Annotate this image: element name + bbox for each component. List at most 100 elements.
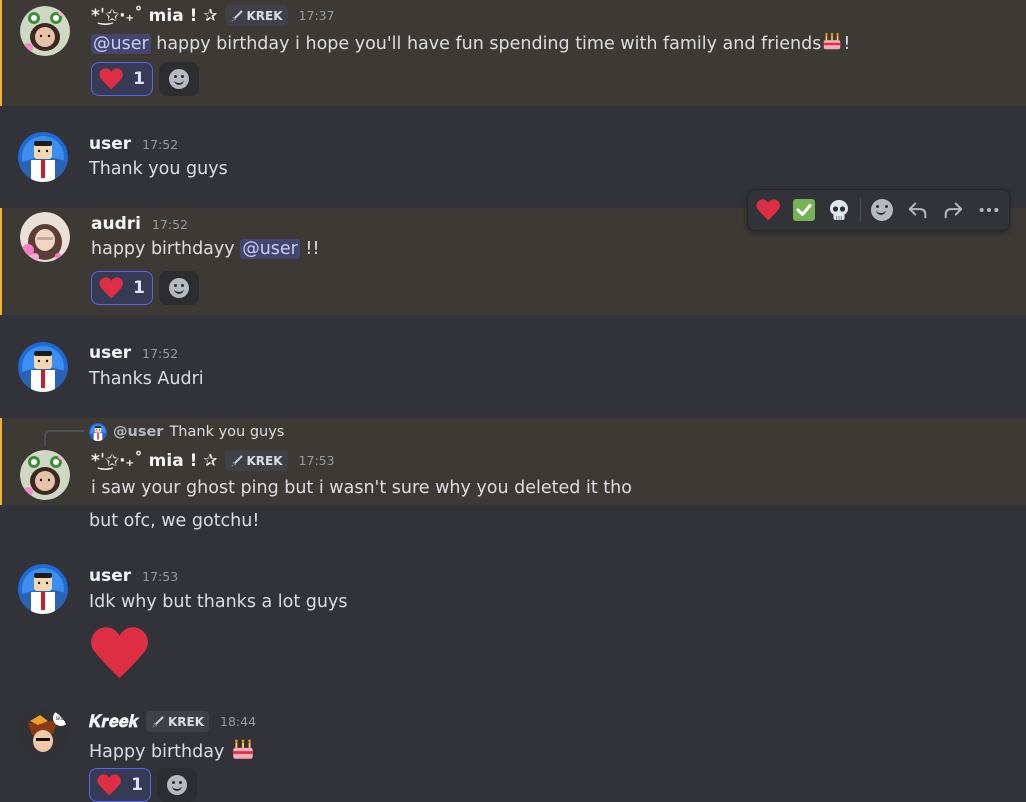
message-actions-toolbar — [747, 189, 1010, 231]
heart-reaction-button[interactable]: 1 — [91, 62, 153, 96]
sword-icon — [151, 715, 165, 729]
message-text: happy birthdayy — [91, 239, 241, 259]
reply-username[interactable]: @user — [113, 424, 163, 440]
message-text: Happy birthday — [89, 742, 225, 762]
avatar-mia-image — [20, 450, 70, 500]
message-user-idk: user 17:53 Idk why but thanks a lot guys — [0, 548, 1026, 698]
user-mention[interactable]: @user — [240, 239, 300, 259]
reply-preview-text: Thank you guys — [169, 424, 285, 440]
avatar-mia-image — [20, 6, 70, 56]
avatar-mia[interactable] — [20, 450, 70, 500]
message-text-end: ! — [843, 34, 851, 54]
message-text: Thanks Audri — [89, 369, 204, 389]
quick-react-skull-button[interactable] — [825, 195, 853, 225]
smile-icon — [169, 69, 189, 89]
message-kreek-birthday: 𝑲𝒓𝒆𝒆𝒌 KREK 18:44 Happy birthday 1 — [0, 698, 1026, 802]
username[interactable]: user — [89, 566, 131, 586]
avatar-kreek[interactable] — [18, 709, 68, 759]
server-tag[interactable]: KREK — [224, 5, 288, 26]
smile-icon — [167, 775, 187, 795]
quick-react-check-button[interactable] — [789, 195, 817, 225]
timestamp[interactable]: 17:52 — [142, 346, 178, 361]
server-tag[interactable]: KREK — [145, 711, 209, 732]
server-tag[interactable]: KREK — [224, 450, 288, 471]
message-text: happy birthday i hope you'll have fun sp… — [150, 34, 822, 54]
reactions-bar: 1 — [91, 62, 199, 96]
message-header: user 17:52 — [89, 343, 178, 363]
username[interactable]: *ˈ͜✩‧₊˚ mia ! ✰ — [91, 451, 218, 471]
timestamp[interactable]: 17:52 — [142, 137, 178, 152]
username[interactable]: audri — [91, 214, 141, 234]
heart-reaction-button[interactable]: 1 — [91, 271, 153, 305]
message-text: Thank you guys — [89, 159, 228, 179]
heart-icon — [99, 67, 123, 91]
birthday-cake-emoji-icon — [230, 736, 256, 762]
avatar-kreek-image — [18, 709, 68, 759]
reply-avatar-image — [89, 423, 107, 441]
timestamp[interactable]: 17:53 — [142, 569, 178, 584]
message-text-continuation: but ofc, we gotchu! — [89, 511, 260, 531]
user-mention[interactable]: @user — [91, 34, 151, 54]
reply-reference[interactable]: @user Thank you guys — [89, 423, 284, 441]
timestamp[interactable]: 18:44 — [220, 714, 256, 729]
reaction-count: 1 — [133, 69, 145, 89]
avatar-audri-image — [20, 212, 70, 262]
message-text-end: !! — [299, 239, 320, 259]
birthday-cake-emoji-icon — [821, 30, 843, 52]
sword-icon — [230, 9, 244, 23]
reactions-bar: 1 — [91, 271, 199, 305]
reaction-count: 1 — [133, 278, 145, 298]
server-tag-label: KREK — [167, 714, 204, 729]
add-reaction-button[interactable] — [159, 62, 199, 96]
message-header: user 17:52 — [89, 134, 178, 154]
message-header: *ˈ͜✩‧₊˚ mia ! ✰ KREK 17:37 — [91, 5, 335, 26]
message-header: *ˈ͜✩‧₊˚ mia ! ✰ KREK 17:53 — [91, 450, 335, 471]
avatar-mia[interactable] — [20, 6, 70, 56]
server-tag-label: KREK — [246, 8, 283, 23]
message-text: i saw your ghost ping but i wasn't sure … — [91, 478, 632, 498]
forward-button[interactable] — [939, 195, 967, 225]
smile-icon — [169, 278, 189, 298]
timestamp[interactable]: 17:37 — [299, 8, 335, 23]
message-content: Happy birthday — [89, 736, 256, 762]
username[interactable]: user — [89, 134, 131, 154]
message-header: audri 17:52 — [91, 214, 188, 234]
more-options-button[interactable] — [975, 195, 1003, 225]
avatar-user[interactable] — [18, 564, 68, 614]
reaction-count: 1 — [131, 775, 143, 795]
reply-button[interactable] — [904, 195, 932, 225]
heart-reaction-icon — [756, 198, 780, 222]
username[interactable]: user — [89, 343, 131, 363]
reply-icon — [908, 202, 927, 219]
sword-icon — [230, 454, 244, 468]
avatar-user-image — [18, 132, 68, 182]
add-reaction-icon — [871, 199, 894, 221]
username[interactable]: *ˈ͜✩‧₊˚ mia ! ✰ — [91, 6, 218, 26]
timestamp[interactable]: 17:53 — [299, 453, 335, 468]
username[interactable]: 𝑲𝒓𝒆𝒆𝒌 — [89, 712, 139, 732]
add-reaction-button[interactable] — [159, 271, 199, 305]
avatar-audri[interactable] — [20, 212, 70, 262]
avatar-user[interactable] — [18, 132, 68, 182]
heart-reaction-button[interactable]: 1 — [89, 768, 151, 802]
reactions-bar: 1 — [89, 768, 197, 802]
check-reaction-icon — [792, 199, 815, 221]
server-tag-label: KREK — [246, 453, 283, 468]
timestamp[interactable]: 17:52 — [152, 217, 188, 232]
more-icon — [979, 207, 999, 213]
avatar-user[interactable] — [18, 342, 68, 392]
reply-connector-line — [44, 430, 84, 446]
message-user-thanks-audri: user 17:52 Thanks Audri — [0, 315, 1026, 418]
add-reaction-toolbar-button[interactable] — [868, 195, 896, 225]
add-reaction-button[interactable] — [157, 768, 197, 802]
quick-react-heart-button[interactable] — [754, 195, 782, 225]
avatar-user-image — [18, 564, 68, 614]
big-heart-emoji-icon — [88, 624, 150, 682]
reply-avatar — [89, 423, 107, 441]
heart-icon — [97, 773, 121, 797]
message-text: Idk why but thanks a lot guys — [89, 592, 348, 612]
heart-icon — [99, 276, 123, 300]
message-content: happy birthdayy @user !! — [91, 239, 319, 259]
message-mia-birthday: *ˈ͜✩‧₊˚ mia ! ✰ KREK 17:37 @user happy b… — [0, 0, 1026, 106]
toolbar-divider — [860, 198, 862, 222]
